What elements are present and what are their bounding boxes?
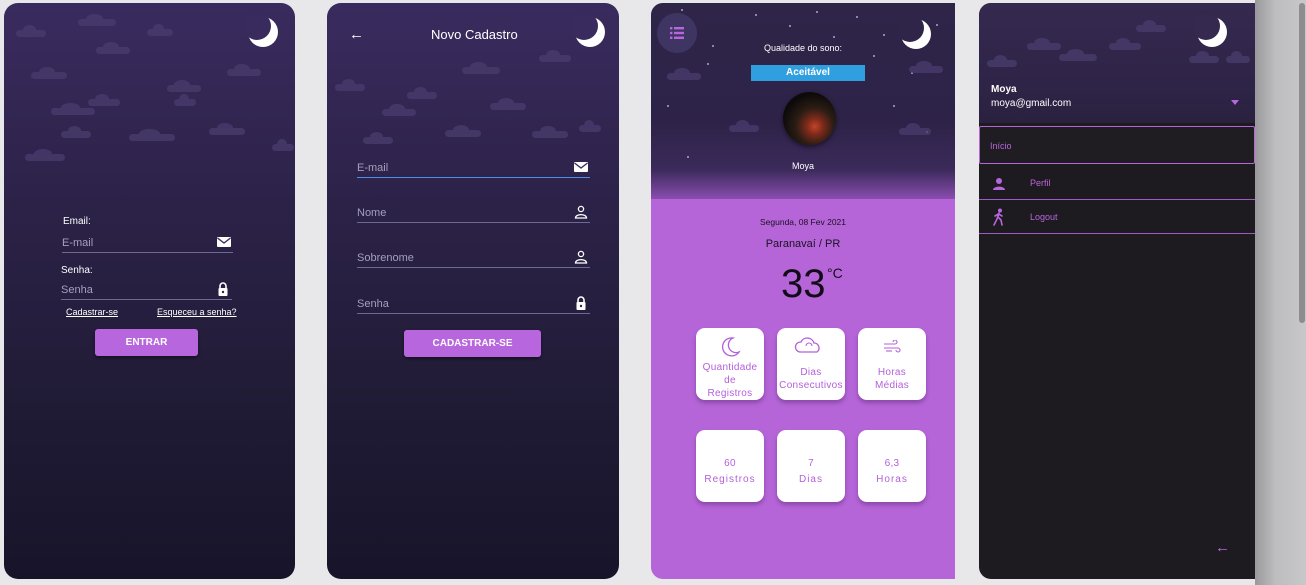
page-title: Novo Cadastro <box>431 27 518 42</box>
login-screen: Email: E-mail Senha: Senha Cadastrar-se … <box>4 3 295 579</box>
password-label: Senha: <box>61 265 93 276</box>
moon-icon <box>246 15 280 49</box>
card-label-2: de <box>724 375 736 386</box>
temperature-unit: °C <box>827 265 843 281</box>
scrollbar[interactable] <box>1299 3 1305 323</box>
temperature-value: 33 <box>781 262 826 306</box>
lock-icon <box>216 282 230 296</box>
drawer-header: Moya moya@gmail.com <box>979 3 1255 123</box>
name-placeholder: Nome <box>357 207 387 219</box>
surname-field[interactable]: Sobrenome <box>357 245 590 268</box>
nav-item-inicio[interactable]: Início <box>979 126 1255 164</box>
email-placeholder: E-mail <box>62 237 94 249</box>
nav-item-label: Início <box>990 141 1012 151</box>
password-placeholder: Senha <box>357 298 389 310</box>
card-label-3: Registros <box>707 388 753 399</box>
card-label-1: Dias <box>800 367 822 378</box>
name-field[interactable]: Nome <box>357 200 590 223</box>
stat-value: 60 <box>724 458 736 469</box>
close-drawer-arrow-icon[interactable]: ← <box>1215 539 1230 556</box>
drawer-screen: Moya moya@gmail.com Início Perfil Logout… <box>979 3 1255 579</box>
avatar <box>783 92 836 145</box>
records-card[interactable]: Quantidade de Registros <box>696 328 764 400</box>
hours-stat-card: 6,3 Horas <box>858 430 926 502</box>
temperature: 33 °C <box>781 262 843 307</box>
location-text: Paranavaí / PR <box>765 238 841 250</box>
email-field[interactable]: E-mail <box>357 155 590 178</box>
password-field[interactable]: Senha <box>61 279 232 300</box>
login-button[interactable]: ENTRAR <box>95 329 198 356</box>
consecutive-days-card[interactable]: Dias Consecutivos <box>777 328 845 400</box>
person-icon <box>993 178 1005 190</box>
nav-item-label: Perfil <box>1030 178 1051 188</box>
drawer-scrim[interactable] <box>1255 0 1306 585</box>
wind-icon <box>884 340 901 353</box>
mail-icon <box>574 160 588 174</box>
date-text: Segunda, 08 Fev 2021 <box>759 217 846 227</box>
email-field[interactable]: E-mail <box>62 231 233 253</box>
nav-item-logout[interactable]: Logout <box>979 200 1255 234</box>
card-label-1: Horas <box>877 367 907 378</box>
dashboard-screen: Qualidade do sono: Aceitável Moya Segund… <box>651 3 955 579</box>
nav-item-label: Logout <box>1030 212 1058 222</box>
signup-link[interactable]: Cadastrar-se <box>66 307 118 317</box>
email-label: Email: <box>63 216 91 227</box>
user-name: Moya <box>791 161 814 171</box>
stat-value: 6,3 <box>884 458 900 469</box>
card-label-2: Médias <box>874 380 910 391</box>
sleep-quality-badge: Aceitável <box>751 65 865 81</box>
email-placeholder: E-mail <box>357 162 389 174</box>
register-button[interactable]: CADASTRAR-SE <box>404 330 541 357</box>
drawer-user-email: moya@gmail.com <box>991 98 1072 109</box>
mail-icon <box>217 235 231 249</box>
stat-unit: Horas <box>876 474 908 485</box>
card-label-1: Quantidade <box>702 362 758 373</box>
moon-icon <box>573 15 607 49</box>
moon-icon <box>1195 15 1229 49</box>
lock-icon <box>574 296 588 310</box>
register-screen: ← Novo Cadastro E-mail Nome Sobrenome Se… <box>327 3 619 579</box>
stat-value: 7 <box>808 458 814 469</box>
password-placeholder: Senha <box>61 284 93 296</box>
stat-unit: Dias <box>798 474 823 485</box>
nav-item-perfil[interactable]: Perfil <box>979 166 1255 200</box>
sleep-quality-label: Qualidade do sono: <box>763 43 843 53</box>
drawer-user-name: Moya <box>991 84 1017 95</box>
cloud-icon <box>794 337 820 353</box>
average-hours-card[interactable]: Horas Médias <box>858 328 926 400</box>
menu-list-icon <box>670 27 684 39</box>
moon-icon <box>722 337 741 357</box>
password-field[interactable]: Senha <box>357 291 590 314</box>
back-arrow-icon[interactable]: ← <box>349 26 364 43</box>
person-icon <box>574 250 588 264</box>
card-label-2: Consecutivos <box>779 380 843 391</box>
days-stat-card: 7 Dias <box>777 430 845 502</box>
person-icon <box>574 205 588 219</box>
forgot-password-link[interactable]: Esqueceu a senha? <box>157 307 237 317</box>
walk-icon <box>993 208 1003 226</box>
records-stat-card: 60 Registros <box>696 430 764 502</box>
surname-placeholder: Sobrenome <box>357 252 414 264</box>
stat-unit: Registros <box>704 474 756 485</box>
account-dropdown-icon[interactable] <box>1231 100 1239 105</box>
